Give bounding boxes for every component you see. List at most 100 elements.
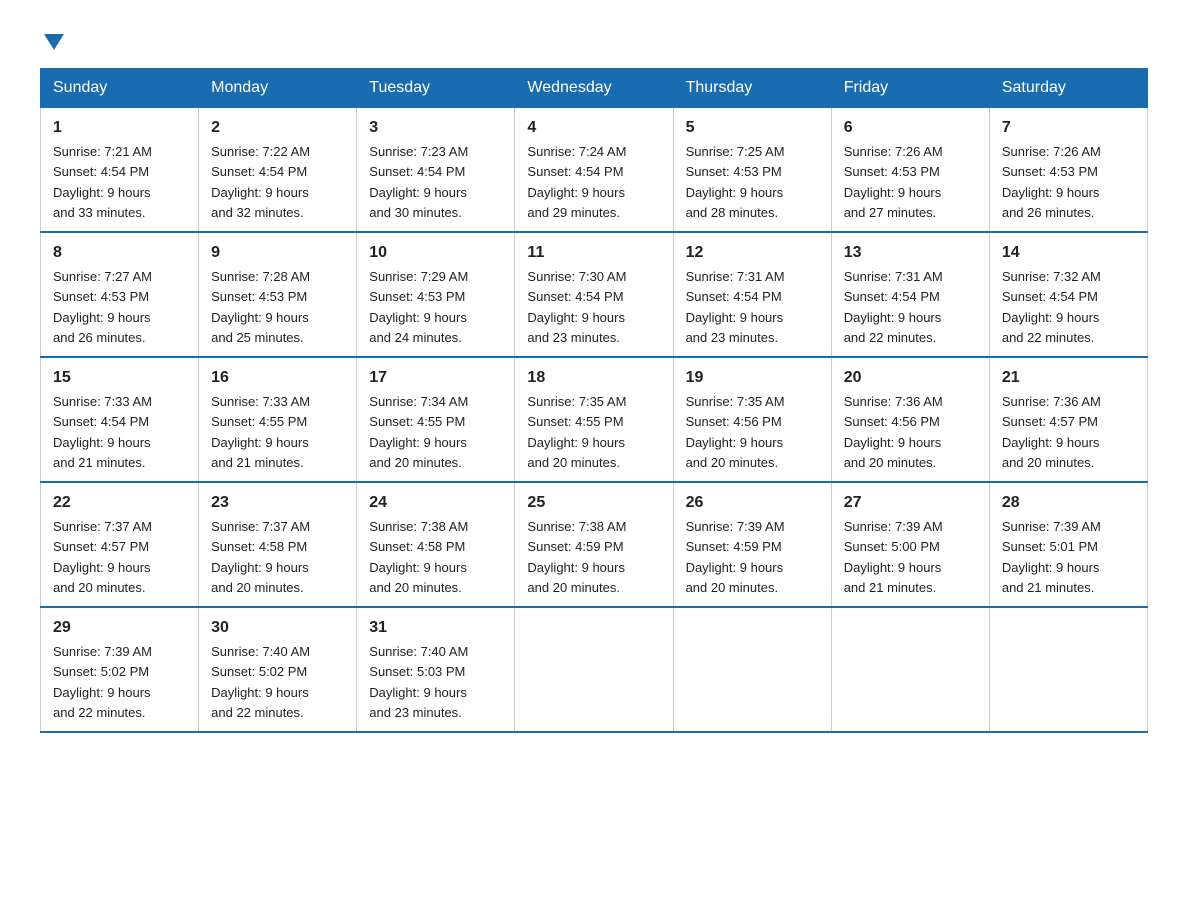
calendar-body: 1 Sunrise: 7:21 AMSunset: 4:54 PMDayligh… [41,108,1148,733]
day-cell: 24 Sunrise: 7:38 AMSunset: 4:58 PMDaylig… [357,482,515,607]
header-cell-monday: Monday [199,69,357,108]
day-info: Sunrise: 7:38 AMSunset: 4:58 PMDaylight:… [369,519,468,595]
day-cell: 8 Sunrise: 7:27 AMSunset: 4:53 PMDayligh… [41,232,199,357]
day-number: 2 [211,116,344,140]
day-cell: 2 Sunrise: 7:22 AMSunset: 4:54 PMDayligh… [199,108,357,233]
day-number: 31 [369,616,502,640]
day-info: Sunrise: 7:40 AMSunset: 5:02 PMDaylight:… [211,644,310,720]
day-number: 23 [211,491,344,515]
day-number: 15 [53,366,186,390]
day-cell: 13 Sunrise: 7:31 AMSunset: 4:54 PMDaylig… [831,232,989,357]
day-info: Sunrise: 7:39 AMSunset: 5:00 PMDaylight:… [844,519,943,595]
day-number: 14 [1002,241,1135,265]
day-info: Sunrise: 7:31 AMSunset: 4:54 PMDaylight:… [844,269,943,345]
week-row-2: 8 Sunrise: 7:27 AMSunset: 4:53 PMDayligh… [41,232,1148,357]
calendar-table: SundayMondayTuesdayWednesdayThursdayFrid… [40,68,1148,733]
day-number: 18 [527,366,660,390]
day-info: Sunrise: 7:28 AMSunset: 4:53 PMDaylight:… [211,269,310,345]
day-cell: 26 Sunrise: 7:39 AMSunset: 4:59 PMDaylig… [673,482,831,607]
day-info: Sunrise: 7:27 AMSunset: 4:53 PMDaylight:… [53,269,152,345]
day-info: Sunrise: 7:25 AMSunset: 4:53 PMDaylight:… [686,144,785,220]
day-cell: 22 Sunrise: 7:37 AMSunset: 4:57 PMDaylig… [41,482,199,607]
day-number: 24 [369,491,502,515]
header-cell-wednesday: Wednesday [515,69,673,108]
day-info: Sunrise: 7:38 AMSunset: 4:59 PMDaylight:… [527,519,626,595]
day-info: Sunrise: 7:37 AMSunset: 4:57 PMDaylight:… [53,519,152,595]
day-cell: 20 Sunrise: 7:36 AMSunset: 4:56 PMDaylig… [831,357,989,482]
day-number: 12 [686,241,819,265]
day-info: Sunrise: 7:39 AMSunset: 4:59 PMDaylight:… [686,519,785,595]
day-info: Sunrise: 7:23 AMSunset: 4:54 PMDaylight:… [369,144,468,220]
day-info: Sunrise: 7:33 AMSunset: 4:55 PMDaylight:… [211,394,310,470]
day-cell: 5 Sunrise: 7:25 AMSunset: 4:53 PMDayligh… [673,108,831,233]
day-info: Sunrise: 7:29 AMSunset: 4:53 PMDaylight:… [369,269,468,345]
page-header [40,30,1148,48]
day-number: 11 [527,241,660,265]
day-number: 19 [686,366,819,390]
logo-general-text [40,30,64,50]
day-cell: 17 Sunrise: 7:34 AMSunset: 4:55 PMDaylig… [357,357,515,482]
header-cell-sunday: Sunday [41,69,199,108]
day-number: 29 [53,616,186,640]
day-number: 7 [1002,116,1135,140]
day-cell: 15 Sunrise: 7:33 AMSunset: 4:54 PMDaylig… [41,357,199,482]
day-info: Sunrise: 7:26 AMSunset: 4:53 PMDaylight:… [1002,144,1101,220]
day-number: 21 [1002,366,1135,390]
day-info: Sunrise: 7:35 AMSunset: 4:55 PMDaylight:… [527,394,626,470]
day-cell: 10 Sunrise: 7:29 AMSunset: 4:53 PMDaylig… [357,232,515,357]
day-info: Sunrise: 7:24 AMSunset: 4:54 PMDaylight:… [527,144,626,220]
day-info: Sunrise: 7:36 AMSunset: 4:57 PMDaylight:… [1002,394,1101,470]
day-cell: 11 Sunrise: 7:30 AMSunset: 4:54 PMDaylig… [515,232,673,357]
day-number: 5 [686,116,819,140]
day-cell: 29 Sunrise: 7:39 AMSunset: 5:02 PMDaylig… [41,607,199,732]
day-info: Sunrise: 7:37 AMSunset: 4:58 PMDaylight:… [211,519,310,595]
logo [40,30,64,48]
day-cell: 14 Sunrise: 7:32 AMSunset: 4:54 PMDaylig… [989,232,1147,357]
day-number: 16 [211,366,344,390]
day-number: 1 [53,116,186,140]
day-info: Sunrise: 7:34 AMSunset: 4:55 PMDaylight:… [369,394,468,470]
day-number: 9 [211,241,344,265]
day-cell [515,607,673,732]
header-cell-saturday: Saturday [989,69,1147,108]
day-cell: 31 Sunrise: 7:40 AMSunset: 5:03 PMDaylig… [357,607,515,732]
day-info: Sunrise: 7:31 AMSunset: 4:54 PMDaylight:… [686,269,785,345]
day-number: 6 [844,116,977,140]
day-number: 25 [527,491,660,515]
day-info: Sunrise: 7:39 AMSunset: 5:02 PMDaylight:… [53,644,152,720]
day-cell [831,607,989,732]
day-cell: 7 Sunrise: 7:26 AMSunset: 4:53 PMDayligh… [989,108,1147,233]
header-row: SundayMondayTuesdayWednesdayThursdayFrid… [41,69,1148,108]
day-info: Sunrise: 7:26 AMSunset: 4:53 PMDaylight:… [844,144,943,220]
day-info: Sunrise: 7:30 AMSunset: 4:54 PMDaylight:… [527,269,626,345]
week-row-3: 15 Sunrise: 7:33 AMSunset: 4:54 PMDaylig… [41,357,1148,482]
day-info: Sunrise: 7:32 AMSunset: 4:54 PMDaylight:… [1002,269,1101,345]
day-cell: 27 Sunrise: 7:39 AMSunset: 5:00 PMDaylig… [831,482,989,607]
day-cell: 21 Sunrise: 7:36 AMSunset: 4:57 PMDaylig… [989,357,1147,482]
day-cell: 16 Sunrise: 7:33 AMSunset: 4:55 PMDaylig… [199,357,357,482]
day-number: 17 [369,366,502,390]
day-number: 30 [211,616,344,640]
day-info: Sunrise: 7:35 AMSunset: 4:56 PMDaylight:… [686,394,785,470]
day-cell: 12 Sunrise: 7:31 AMSunset: 4:54 PMDaylig… [673,232,831,357]
day-cell [673,607,831,732]
day-cell: 1 Sunrise: 7:21 AMSunset: 4:54 PMDayligh… [41,108,199,233]
day-info: Sunrise: 7:36 AMSunset: 4:56 PMDaylight:… [844,394,943,470]
day-info: Sunrise: 7:21 AMSunset: 4:54 PMDaylight:… [53,144,152,220]
day-info: Sunrise: 7:22 AMSunset: 4:54 PMDaylight:… [211,144,310,220]
day-number: 27 [844,491,977,515]
day-info: Sunrise: 7:40 AMSunset: 5:03 PMDaylight:… [369,644,468,720]
day-number: 28 [1002,491,1135,515]
header-cell-thursday: Thursday [673,69,831,108]
day-cell [989,607,1147,732]
day-number: 13 [844,241,977,265]
header-cell-tuesday: Tuesday [357,69,515,108]
day-number: 20 [844,366,977,390]
week-row-4: 22 Sunrise: 7:37 AMSunset: 4:57 PMDaylig… [41,482,1148,607]
logo-arrow-icon [44,34,64,50]
day-cell: 4 Sunrise: 7:24 AMSunset: 4:54 PMDayligh… [515,108,673,233]
day-number: 8 [53,241,186,265]
day-cell: 9 Sunrise: 7:28 AMSunset: 4:53 PMDayligh… [199,232,357,357]
day-cell: 23 Sunrise: 7:37 AMSunset: 4:58 PMDaylig… [199,482,357,607]
day-info: Sunrise: 7:39 AMSunset: 5:01 PMDaylight:… [1002,519,1101,595]
